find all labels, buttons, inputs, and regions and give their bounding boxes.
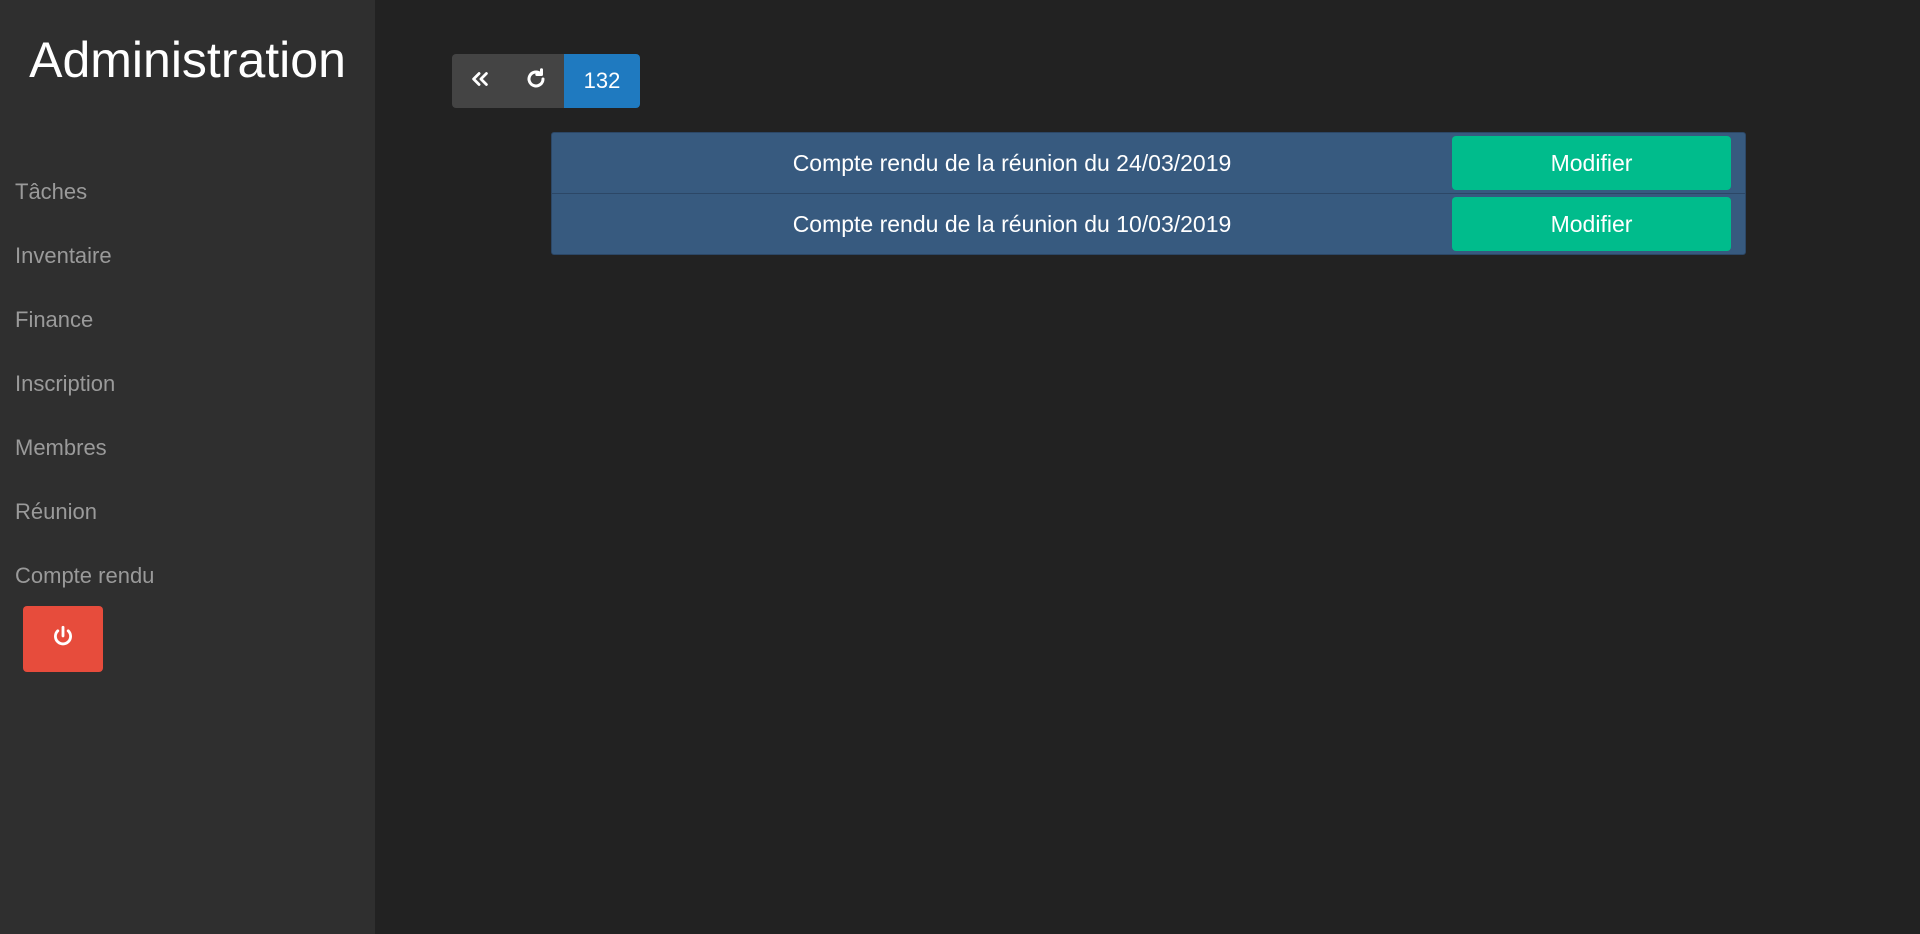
table-row: Compte rendu de la réunion du 10/03/2019… bbox=[552, 194, 1745, 254]
sidebar-item-inventaire[interactable]: Inventaire bbox=[15, 234, 154, 298]
modify-button[interactable]: Modifier bbox=[1452, 197, 1731, 251]
power-icon bbox=[50, 624, 76, 655]
sidebar-item-taches[interactable]: Tâches bbox=[15, 170, 154, 234]
report-table: Compte rendu de la réunion du 24/03/2019… bbox=[551, 132, 1746, 255]
sidebar-item-finance[interactable]: Finance bbox=[15, 298, 154, 362]
sidebar-title: Administration bbox=[29, 32, 346, 88]
sidebar-nav: Tâches Inventaire Finance Inscription Me… bbox=[15, 170, 154, 618]
refresh-icon bbox=[524, 67, 548, 96]
toolbar: 132 bbox=[452, 54, 640, 108]
double-chevron-left-icon bbox=[469, 68, 491, 95]
report-title: Compte rendu de la réunion du 24/03/2019 bbox=[792, 149, 1232, 176]
sidebar: Administration Tâches Inventaire Finance… bbox=[0, 0, 375, 934]
sidebar-item-membres[interactable]: Membres bbox=[15, 426, 154, 490]
logout-button[interactable] bbox=[23, 606, 103, 672]
back-button[interactable] bbox=[452, 54, 508, 108]
table-row: Compte rendu de la réunion du 24/03/2019… bbox=[552, 133, 1745, 194]
modify-button[interactable]: Modifier bbox=[1452, 136, 1731, 190]
sidebar-item-inscription[interactable]: Inscription bbox=[15, 362, 154, 426]
refresh-button[interactable] bbox=[508, 54, 564, 108]
report-title: Compte rendu de la réunion du 10/03/2019 bbox=[792, 210, 1232, 237]
sidebar-item-reunion[interactable]: Réunion bbox=[15, 490, 154, 554]
count-badge: 132 bbox=[564, 54, 640, 108]
